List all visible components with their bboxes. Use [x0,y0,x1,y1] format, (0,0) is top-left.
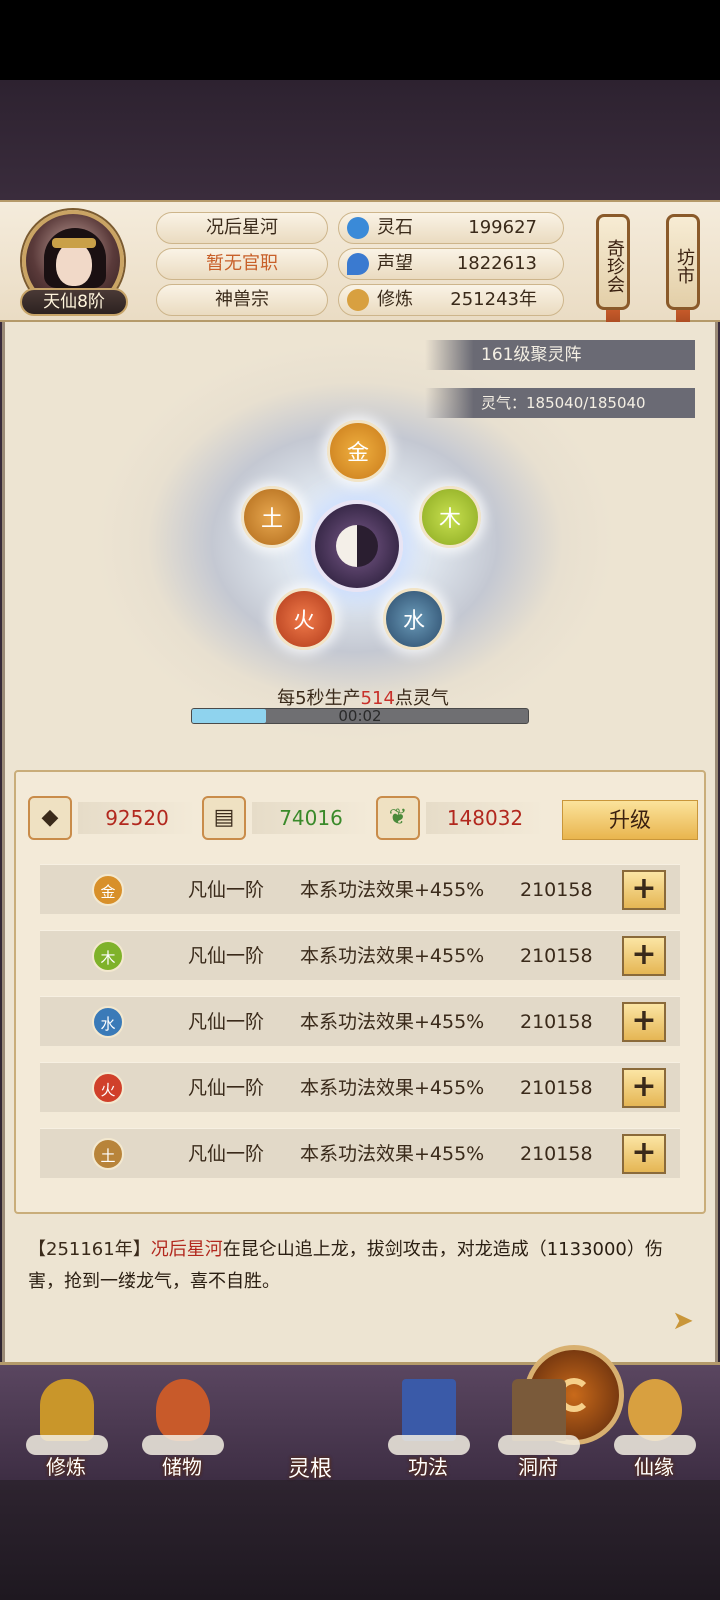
production-suffix: 点灵气 [394,688,449,709]
progress-timer: 00:02 [338,707,382,725]
earth-upgrade-plus-button[interactable]: + [622,1134,666,1174]
water-upgrade-plus-button[interactable]: + [622,1002,666,1042]
manual-book-icon [402,1379,456,1441]
production-amount: 514 [360,688,395,709]
earth-element-icon: 土 [92,1138,124,1170]
resource-label: 修炼 [377,289,413,310]
next-arrow-icon[interactable]: ➤ [672,1306,694,1336]
root-value: 210158 [520,1077,593,1099]
treasure-auction-button[interactable]: 奇珍会 [596,214,630,310]
wood-upgrade-plus-button[interactable]: + [622,936,666,976]
metal-element-icon: 金 [92,874,124,906]
root-tier: 凡仙一阶 [188,879,265,901]
resource-cultivation: 修炼 251243年 [338,284,564,316]
resource-label: 声望 [377,253,413,274]
root-effect: 本系功法效果+455% [300,945,485,967]
player-name: 况后星河 [156,212,328,244]
production-progress-bar: 00:02 [191,707,529,725]
ore-icon: ◆ [28,796,72,840]
nav-storage[interactable]: 储物 [134,1365,230,1483]
root-value: 210158 [520,1011,593,1033]
spirit-gathering-formation: 161级聚灵阵 灵气：185040/185040 金 木 水 火 土 每5秒生产… [5,322,715,762]
root-value: 210158 [520,945,593,967]
metal-element-orb[interactable]: 金 [327,420,389,482]
log-player-name: 况后星河 [150,1239,223,1260]
cost-value: 92520 [78,802,196,834]
cultivate-icon [40,1379,94,1441]
reputation-icon [347,253,369,275]
player-sect: 神兽宗 [156,284,328,316]
root-row-water: 水 凡仙一阶 本系功法效果+455% 210158 + [40,996,680,1046]
root-effect: 本系功法效果+455% [300,1011,485,1033]
cave-house-icon [512,1379,566,1441]
player-rank-badge: 天仙8阶 [20,288,128,316]
wood-element-orb[interactable]: 木 [419,486,481,548]
nav-fate[interactable]: 仙缘 [606,1365,702,1483]
cost-value: 74016 [252,802,370,834]
root-row-fire: 火 凡仙一阶 本系功法效果+455% 210158 + [40,1062,680,1112]
resource-reputation: 声望 1822613 [338,248,564,280]
root-tier: 凡仙一阶 [188,945,265,967]
root-row-wood: 木 凡仙一阶 本系功法效果+455% 210158 + [40,930,680,980]
root-row-metal: 金 凡仙一阶 本系功法效果+455% 210158 + [40,864,680,914]
wood-icon: ▤ [202,796,246,840]
nav-label: 功法 [408,1455,448,1479]
earth-element-orb[interactable]: 土 [241,486,303,548]
root-effect: 本系功法效果+455% [300,879,485,901]
nav-label: 洞府 [518,1455,558,1479]
log-year: 【251161年】 [28,1239,151,1260]
storage-bag-icon [156,1379,210,1441]
cost-value: 148032 [426,802,544,834]
resource-value: 1822613 [456,253,537,274]
root-row-earth: 土 凡仙一阶 本系功法效果+455% 210158 + [40,1128,680,1178]
resource-value: 199627 [468,217,537,238]
event-log: 【251161年】况后星河在昆仑山追上龙，拔剑攻击，对龙造成（1133000）伤… [28,1234,698,1298]
water-element-icon: 水 [92,1006,124,1038]
herb-icon: ❦ [376,796,420,840]
root-tier: 凡仙一阶 [188,1011,265,1033]
production-prefix: 每5秒生产 [277,688,361,709]
nav-cultivate[interactable]: 修炼 [18,1365,114,1483]
bottom-navigation: 修炼 储物 灵根 功法 洞府 仙缘 [0,1345,720,1483]
avatar-face [56,242,92,286]
fire-element-icon: 火 [92,1072,124,1104]
nav-label: 仙缘 [634,1455,674,1479]
nav-label: 修炼 [46,1455,86,1479]
fire-upgrade-plus-button[interactable]: + [622,1068,666,1108]
game-screen: 天仙8阶 况后星河 暂无官职 神兽宗 灵石 199627 声望 1822613 … [0,0,720,1600]
resource-spirit-stone: 灵石 199627 [338,212,564,244]
avatar-ornament [52,238,96,248]
yin-yang-core[interactable] [311,500,403,592]
market-button[interactable]: 坊市 [666,214,700,310]
root-value: 210158 [520,879,593,901]
formation-qi-banner: 灵气：185040/185040 [425,388,695,418]
nav-label: 储物 [162,1455,202,1479]
wood-element-icon: 木 [92,940,124,972]
upgrade-button[interactable]: 升级 [562,800,698,840]
yin-yang-icon [336,525,378,567]
player-official-title: 暂无官职 [156,248,328,280]
spirit-root-upgrade-panel: ◆ 92520 ▤ 74016 ❦ 148032 升级 金 凡仙一阶 本系功法效… [14,770,706,1214]
root-tier: 凡仙一阶 [188,1143,265,1165]
formation-level-banner: 161级聚灵阵 [425,340,695,370]
nav-spirit-root[interactable]: 灵根 [262,1345,624,1483]
root-effect: 本系功法效果+455% [300,1077,485,1099]
nav-cave[interactable]: 洞府 [490,1365,586,1483]
water-element-orb[interactable]: 水 [383,588,445,650]
nav-label: 灵根 [287,1457,332,1482]
root-effect: 本系功法效果+455% [300,1143,485,1165]
resource-value: 251243年 [450,289,537,310]
fire-element-orb[interactable]: 火 [273,588,335,650]
metal-upgrade-plus-button[interactable]: + [622,870,666,910]
spirit-stone-icon [347,217,369,239]
meditation-icon [347,289,369,311]
root-value: 210158 [520,1143,593,1165]
nav-manual[interactable]: 功法 [380,1365,476,1483]
root-tier: 凡仙一阶 [188,1077,265,1099]
gourd-icon [628,1379,682,1441]
resource-label: 灵石 [377,217,413,238]
